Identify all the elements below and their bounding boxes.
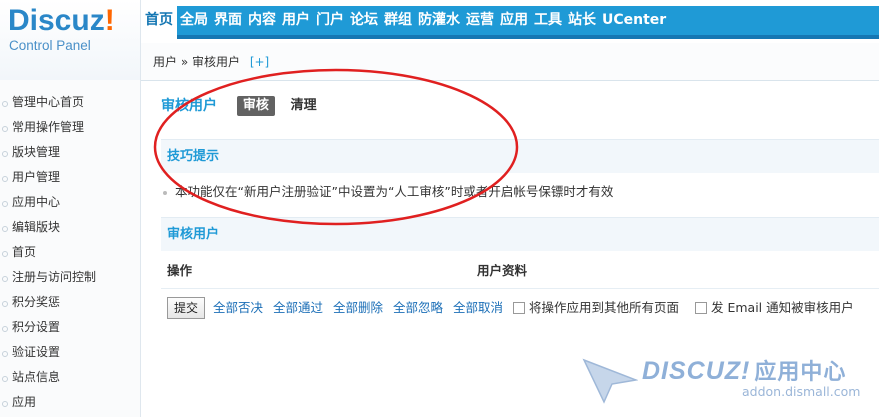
table-header: 操作 用户资料 [161, 259, 879, 289]
delete-all-link[interactable]: 全部删除 [333, 300, 383, 315]
header: Discuz! Control Panel 首页 全局 界面 内容 用户 门户 论坛 群组 防灌… [0, 0, 879, 81]
watermark: DISCUZ! 应用中心 addon.dismall.com [582, 350, 879, 417]
nav-item-0[interactable]: 首页 [141, 6, 177, 39]
sidebar-item-4[interactable]: 应用中心 [0, 190, 140, 215]
nav-item-5[interactable]: 门户 [313, 6, 347, 35]
pass-all-link[interactable]: 全部通过 [273, 300, 323, 315]
breadcrumb-path: 用户 » 审核用户 [153, 55, 240, 69]
top-navigation: 首页 全局 界面 内容 用户 门户 论坛 群组 防灌水 运营 应用 工具 站长 UCenter [141, 6, 879, 39]
nav-item-13[interactable]: UCenter [599, 6, 669, 35]
nav-item-11[interactable]: 工具 [531, 6, 565, 35]
watermark-arrow-icon [582, 358, 638, 404]
nav-item-4[interactable]: 用户 [279, 6, 313, 35]
tips-heading: 技巧提示 [161, 139, 879, 173]
nav-item-9[interactable]: 运营 [463, 6, 497, 35]
tab-audit[interactable]: 审核 [236, 95, 275, 116]
sidebar-item-1[interactable]: 常用操作管理 [0, 115, 140, 140]
ignore-all-link[interactable]: 全部忽略 [393, 300, 443, 315]
sidebar: 管理中心首页 常用操作管理 版块管理 用户管理 应用中心 编辑版块 首页 注册与访问控制 积分奖… [0, 80, 141, 417]
submit-button[interactable]: 提交 [167, 297, 206, 319]
nav-item-6[interactable]: 论坛 [347, 6, 381, 35]
apply-other-pages-label: 将操作应用到其他所有页面 [529, 300, 680, 315]
logo-brand: Discuz! [8, 4, 115, 37]
apply-other-pages-checkbox[interactable] [513, 301, 525, 314]
action-bar: 提交 全部否决 全部通过 全部删除 全部忽略 全部取消 将操作应用到其他所有页面… [167, 297, 866, 319]
logo-subtitle: Control Panel [9, 38, 91, 53]
sidebar-item-7[interactable]: 注册与访问控制 [0, 265, 140, 290]
watermark-url: addon.dismall.com [742, 384, 861, 399]
sidebar-item-11[interactable]: 站点信息 [0, 365, 140, 390]
sidebar-item-12[interactable]: 应用 [0, 390, 140, 415]
tab-clean[interactable]: 清理 [285, 96, 323, 116]
page-header: 审核用户 审核 清理 [161, 94, 323, 116]
nav-item-10[interactable]: 应用 [497, 6, 531, 35]
nav-item-1[interactable]: 全局 [177, 6, 211, 35]
sidebar-item-9[interactable]: 积分设置 [0, 315, 140, 340]
sidebar-item-6[interactable]: 首页 [0, 240, 140, 265]
sidebar-item-2[interactable]: 版块管理 [0, 140, 140, 165]
sidebar-item-5[interactable]: 编辑版块 [0, 215, 140, 240]
sidebar-item-10[interactable]: 验证设置 [0, 340, 140, 365]
page-title: 审核用户 [161, 97, 217, 114]
watermark-word: DISCUZ! 应用中心 [642, 357, 847, 385]
breadcrumb: 用户 » 审核用户 [+] [141, 43, 879, 81]
nav-item-3[interactable]: 内容 [245, 6, 279, 35]
send-email-label: 发 Email 通知被审核用户 [711, 300, 854, 315]
nav-item-2[interactable]: 界面 [211, 6, 245, 35]
column-action: 操作 [167, 263, 193, 278]
column-profile: 用户资料 [477, 263, 528, 278]
sidebar-item-0[interactable]: 管理中心首页 [0, 90, 140, 115]
sidebar-item-8[interactable]: 积分奖惩 [0, 290, 140, 315]
audit-section-heading: 审核用户 [161, 217, 879, 251]
tip-text: 本功能仅在“新用户注册验证”中设置为“人工审核”时或者开启帐号保镖时才有效 [163, 182, 613, 202]
breadcrumb-add-button[interactable]: [+] [250, 55, 269, 69]
logo[interactable]: Discuz! Control Panel [0, 0, 141, 80]
nav-item-7[interactable]: 群组 [381, 6, 415, 35]
send-email-checkbox[interactable] [695, 301, 707, 314]
sidebar-item-3[interactable]: 用户管理 [0, 165, 140, 190]
nav-item-8[interactable]: 防灌水 [415, 6, 463, 35]
cancel-all-link[interactable]: 全部取消 [453, 300, 503, 315]
nav-item-12[interactable]: 站长 [565, 6, 599, 35]
reject-all-link[interactable]: 全部否决 [213, 300, 263, 315]
